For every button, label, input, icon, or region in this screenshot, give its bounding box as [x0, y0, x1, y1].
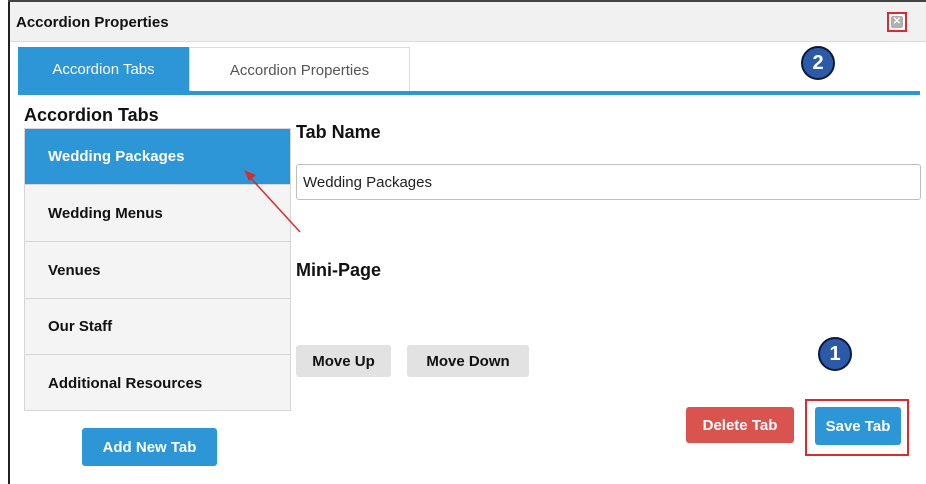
close-button[interactable]: ✕ [887, 12, 907, 32]
title-bar: Accordion Properties ✕ [10, 2, 926, 42]
accordion-tab-list: Wedding Packages Wedding Menus Venues Ou… [24, 128, 291, 411]
tab-accordion-properties[interactable]: Accordion Properties [189, 47, 410, 92]
delete-tab-button[interactable]: Delete Tab [686, 407, 794, 443]
dialog-left-border [8, 0, 10, 484]
annotation-badge-2: 2 [801, 46, 835, 80]
list-item-wedding-packages[interactable]: Wedding Packages [25, 129, 290, 185]
move-up-button[interactable]: Move Up [296, 345, 391, 377]
mini-page-label: Mini-Page [296, 260, 382, 280]
window-title: Accordion Properties [16, 14, 169, 31]
list-item-additional-resources[interactable]: Additional Resources [25, 355, 290, 411]
tab-name-label: Tab Name [296, 122, 381, 142]
annotation-badge-1: 1 [818, 337, 852, 371]
save-tab-button[interactable]: Save Tab [815, 407, 901, 445]
tab-underline [18, 91, 920, 95]
close-icon: ✕ [891, 16, 903, 28]
move-down-button[interactable]: Move Down [407, 345, 529, 377]
tab-accordion-tabs[interactable]: Accordion Tabs [18, 47, 189, 92]
accordion-properties-dialog: Accordion Properties ✕ Accordion Tabs Ac… [0, 0, 926, 484]
tab-name-input[interactable]: Wedding Packages [296, 164, 921, 200]
accordion-tabs-heading: Accordion Tabs [24, 105, 159, 125]
save-tab-highlight: Save Tab [805, 399, 909, 456]
list-item-our-staff[interactable]: Our Staff [25, 299, 290, 355]
list-item-venues[interactable]: Venues [25, 243, 290, 299]
add-new-tab-button[interactable]: Add New Tab [82, 428, 217, 466]
list-item-wedding-menus[interactable]: Wedding Menus [25, 186, 290, 242]
